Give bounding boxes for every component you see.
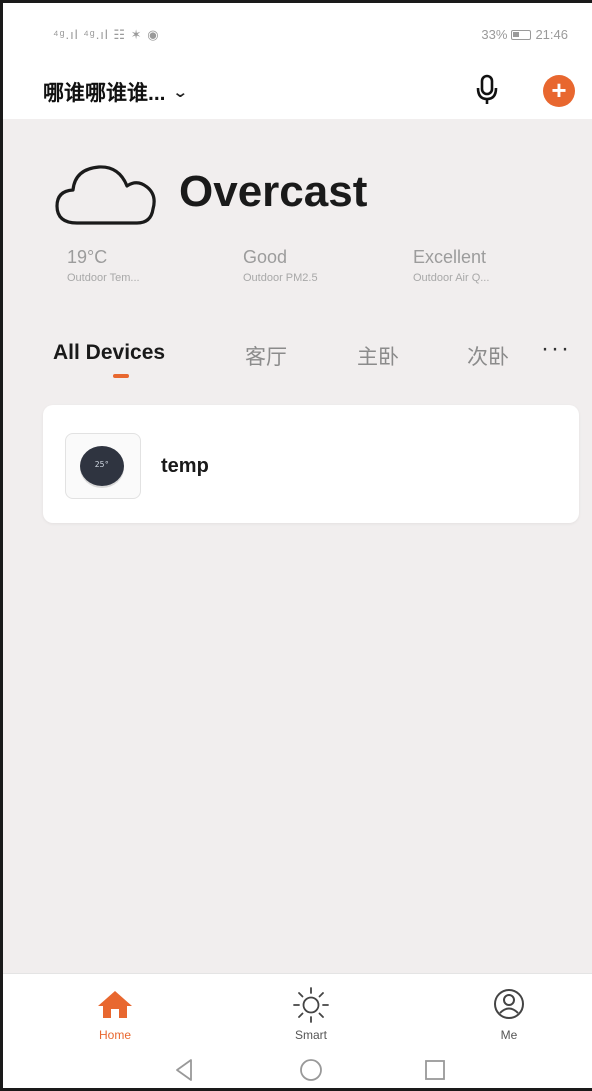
metric-air-quality: Excellent Outdoor Air Q... — [413, 247, 489, 284]
nav-home[interactable]: Home — [75, 982, 155, 1042]
active-tab-indicator — [113, 374, 129, 378]
app-header: 哪谁哪谁谁... ⌄ + — [3, 61, 592, 119]
nav-me[interactable]: Me — [469, 982, 549, 1042]
home-button-icon[interactable] — [298, 1057, 324, 1083]
room-tabs: All Devices 客厅 主卧 次卧 ··· — [3, 329, 592, 385]
metric-pm25: Good Outdoor PM2.5 — [243, 247, 318, 284]
device-card[interactable]: 25° temp — [43, 405, 579, 523]
status-right: 33% 21:46 — [481, 27, 568, 42]
metric-temperature: 19°C Outdoor Tem... — [67, 247, 140, 284]
battery-percent: 33% — [481, 27, 508, 42]
sun-icon — [293, 987, 329, 1023]
recents-icon[interactable] — [423, 1057, 447, 1083]
metric-value: 19°C — [67, 247, 108, 267]
tab-living-room[interactable]: 客厅 — [245, 341, 287, 371]
device-thumbnail: 25° — [65, 433, 141, 499]
battery-icon — [511, 29, 532, 40]
thermostat-icon: 25° — [80, 446, 124, 486]
metric-value: Excellent — [413, 247, 487, 267]
metric-label: Outdoor PM2.5 — [243, 272, 318, 284]
nav-label: Me — [500, 1028, 518, 1042]
add-device-button[interactable]: + — [543, 75, 575, 107]
profile-icon — [494, 989, 524, 1019]
app-screen: ⁴ᵍ.ıl ⁴ᵍ.ıl ☷ ✶ ◉ 33% 21:46 哪谁哪谁谁... ⌄ + — [0, 0, 592, 1091]
weather-condition: Overcast — [179, 167, 368, 216]
clock: 21:46 — [535, 27, 568, 42]
metric-value: Good — [243, 247, 288, 267]
home-selector[interactable]: 哪谁哪谁谁... ⌄ — [43, 77, 188, 107]
device-name: temp — [161, 455, 209, 477]
metric-label: Outdoor Tem... — [67, 272, 140, 284]
home-icon — [98, 991, 132, 1018]
home-name: 哪谁哪谁谁... — [43, 82, 166, 105]
metric-label: Outdoor Air Q... — [413, 272, 490, 284]
nav-label: Home — [98, 1028, 131, 1042]
weather-panel: Overcast 19°C Outdoor Tem... Good Outdoo… — [3, 119, 592, 329]
tab-second-bedroom[interactable]: 次卧 — [467, 341, 509, 371]
nav-label: Smart — [294, 1028, 327, 1042]
cloud-icon — [55, 165, 156, 225]
back-icon[interactable] — [173, 1057, 195, 1083]
status-bar: ⁴ᵍ.ıl ⁴ᵍ.ıl ☷ ✶ ◉ 33% 21:46 — [3, 3, 592, 61]
chevron-down-icon: ⌄ — [171, 84, 188, 101]
more-tabs-button[interactable]: ··· — [541, 335, 571, 363]
nav-smart[interactable]: Smart — [271, 982, 351, 1042]
dial-readout: 25° — [94, 460, 110, 469]
tab-all-devices[interactable]: All Devices — [53, 341, 165, 365]
microphone-icon — [476, 74, 498, 104]
plus-icon: + — [551, 75, 567, 105]
signal-indicators: ⁴ᵍ.ıl ⁴ᵍ.ıl ☷ ✶ ◉ — [53, 27, 160, 42]
microphone-button[interactable] — [473, 73, 501, 107]
system-navigation-bar — [3, 1049, 592, 1088]
tab-master-bedroom[interactable]: 主卧 — [357, 341, 399, 371]
